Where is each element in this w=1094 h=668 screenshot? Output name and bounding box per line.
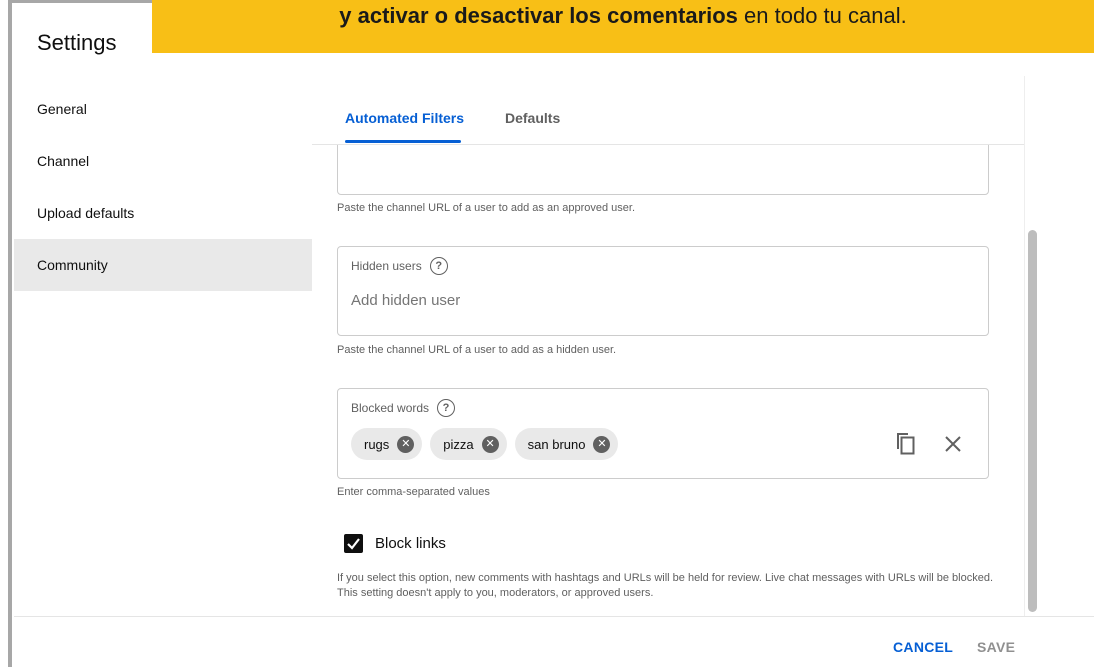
blocked-words-helper: Enter comma-separated values <box>337 486 490 498</box>
blocked-words-field[interactable]: Blocked words ? rugs ✕ pizza ✕ san bruno… <box>337 388 989 479</box>
window-frame-top <box>8 0 166 3</box>
dialog-footer: CANCEL SAVE <box>14 616 1094 668</box>
chip: pizza ✕ <box>430 428 507 460</box>
chip-remove-icon[interactable]: ✕ <box>397 435 415 453</box>
page-title: Settings <box>37 30 117 55</box>
banner-bold-text: y activar o desactivar los comentarios <box>339 3 738 28</box>
window-frame-left <box>8 0 12 667</box>
sidebar-item-label: Community <box>37 257 108 273</box>
hidden-users-label-row: Hidden users ? <box>351 257 448 275</box>
chip-label: pizza <box>443 436 474 452</box>
banner-normal-text: en todo tu canal. <box>737 3 907 28</box>
approved-users-helper: Paste the channel URL of a user to add a… <box>337 202 636 214</box>
caption-banner: y activar o desactivar los comentarios e… <box>152 0 1094 53</box>
tab-defaults[interactable]: Defaults <box>505 110 560 126</box>
active-tab-indicator <box>345 140 461 143</box>
blocked-words-label: Blocked words <box>351 401 430 415</box>
sidebar: General Channel Upload defaults Communit… <box>14 83 312 616</box>
chip-remove-icon[interactable]: ✕ <box>481 435 499 453</box>
blocked-words-label-row: Blocked words ? <box>351 399 456 417</box>
block-links-checkbox[interactable] <box>344 534 363 553</box>
save-button[interactable]: SAVE <box>977 639 1015 655</box>
hidden-users-input[interactable] <box>351 292 951 309</box>
chip-label: san bruno <box>527 436 586 452</box>
sidebar-item-community[interactable]: Community <box>14 239 312 291</box>
copy-icon[interactable] <box>894 431 916 455</box>
hidden-users-helper: Paste the channel URL of a user to add a… <box>337 344 617 356</box>
check-icon <box>347 538 360 550</box>
sidebar-item-upload-defaults[interactable]: Upload defaults <box>14 187 312 239</box>
sidebar-item-label: Upload defaults <box>37 205 135 221</box>
chip: rugs ✕ <box>351 428 423 460</box>
sidebar-item-label: General <box>37 101 87 117</box>
chip-label: rugs <box>364 436 390 452</box>
tab-bar: Automated Filters Defaults <box>312 76 1024 145</box>
sidebar-item-general[interactable]: General <box>14 83 312 135</box>
settings-content: Paste the channel URL of a user to add a… <box>312 76 1024 616</box>
cancel-button[interactable]: CANCEL <box>893 639 953 655</box>
chip: san bruno ✕ <box>514 428 619 460</box>
hidden-users-label: Hidden users <box>351 259 422 273</box>
help-icon[interactable]: ? <box>429 257 448 275</box>
hidden-users-field[interactable]: Hidden users ? <box>337 246 989 336</box>
chip-remove-icon[interactable]: ✕ <box>593 435 611 453</box>
block-links-label: Block links <box>375 535 446 552</box>
sidebar-item-channel[interactable]: Channel <box>14 135 312 187</box>
sidebar-item-label: Channel <box>37 153 90 169</box>
scrollbar-thumb[interactable] <box>1028 230 1037 612</box>
help-icon[interactable]: ? <box>437 399 456 417</box>
block-links-description: If you select this option, new comments … <box>337 572 994 599</box>
close-icon[interactable] <box>942 433 964 455</box>
tab-automated-filters[interactable]: Automated Filters <box>345 110 464 126</box>
blocked-words-chips: rugs ✕ pizza ✕ san bruno ✕ <box>351 428 619 460</box>
